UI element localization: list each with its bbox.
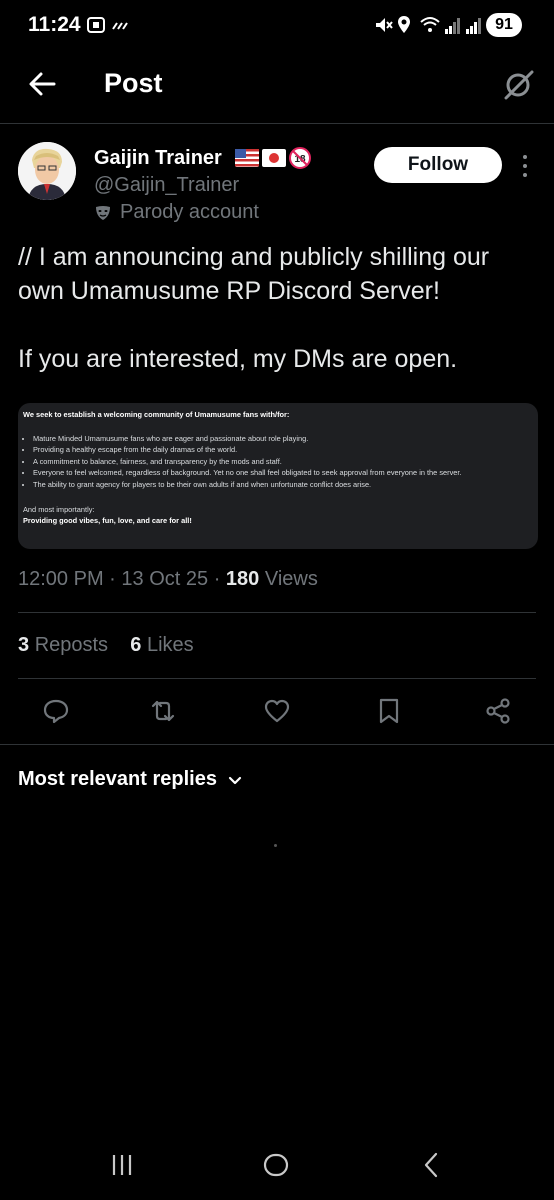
japan-flag-icon (262, 149, 286, 167)
name-emojis: 18 (235, 146, 311, 170)
follow-button[interactable]: Follow (374, 147, 502, 183)
share-icon[interactable] (484, 697, 512, 725)
likes-count: 6 (130, 634, 142, 656)
arrow-left-icon[interactable] (24, 66, 60, 102)
avatar[interactable] (18, 142, 76, 200)
page-title: Post (104, 68, 163, 98)
views-count: 180 (225, 568, 260, 590)
image-bullet: Everyone to feel welcomed, regardless of… (33, 467, 533, 479)
signal-icon-1 (445, 18, 460, 34)
more-options-icon[interactable] (518, 152, 532, 180)
chevron-down-icon (228, 776, 242, 784)
post-meta: 12:00 PM · 13 Oct 25 · 180 Views (18, 568, 318, 591)
replies-sort-label: Most relevant replies (18, 768, 217, 790)
screenshot-icon (87, 17, 105, 33)
post-stats: 3 Reposts 6 Likes (18, 634, 194, 657)
meta-separator: · (213, 568, 221, 590)
loading-indicator (274, 844, 277, 847)
wifi-icon (420, 17, 440, 32)
us-flag-icon (235, 149, 259, 167)
reposts-count: 3 (18, 634, 30, 656)
post-image[interactable]: We seek to establish a welcoming communi… (18, 403, 538, 549)
image-footer-1: And most importantly: (23, 504, 95, 514)
author-name[interactable]: Gaijin Trainer (94, 147, 222, 170)
reposts-label: Reposts (34, 634, 109, 656)
post-line-2: If you are interested, my DMs are open. (18, 345, 458, 373)
post-text: // I am announcing and publicly shilling… (18, 240, 540, 410)
meta-separator: · (109, 568, 116, 590)
image-bullet: A commitment to balance, fairness, and t… (33, 456, 533, 468)
repost-icon[interactable] (149, 697, 177, 725)
signal-icon-2 (466, 18, 481, 34)
recent-apps-icon[interactable] (107, 1150, 137, 1180)
image-footer-2: Providing good vibes, fun, love, and car… (23, 516, 192, 526)
wifi-call-icon (112, 22, 128, 30)
parody-label-text: Parody account (120, 201, 259, 223)
image-bullet-list: Mature Minded Umamusume fans who are eag… (23, 433, 533, 491)
actions-divider (0, 744, 554, 745)
views-label: Views (264, 568, 318, 590)
status-time: 11:24 (28, 13, 81, 36)
likes-link[interactable]: 6 Likes (130, 634, 193, 656)
stats-divider (18, 678, 536, 679)
post-date: 13 Oct 25 (121, 568, 209, 590)
mask-icon (96, 205, 110, 220)
bookmark-icon[interactable] (375, 697, 403, 725)
replies-sort-dropdown[interactable]: Most relevant replies (18, 768, 243, 791)
mute-icon (376, 18, 393, 32)
battery-indicator: 91 (486, 13, 522, 37)
reply-icon[interactable] (42, 697, 70, 725)
author-handle[interactable]: @Gaijin_Trainer (94, 174, 239, 197)
image-heading: We seek to establish a welcoming communi… (23, 410, 290, 419)
header-divider (0, 123, 554, 124)
post-time: 12:00 PM (18, 568, 104, 590)
reposts-link[interactable]: 3 Reposts (18, 634, 108, 656)
meta-divider (18, 612, 536, 613)
heart-icon[interactable] (263, 697, 291, 725)
location-icon (398, 16, 410, 33)
grok-icon[interactable] (500, 66, 536, 102)
home-icon[interactable] (261, 1150, 291, 1180)
parody-label: Parody account (94, 201, 259, 224)
eighteen-plus-icon: 18 (289, 147, 311, 169)
back-icon[interactable] (417, 1150, 447, 1180)
image-bullet: Providing a healthy escape from the dail… (33, 444, 533, 456)
status-bar: 11:24 91 (0, 0, 554, 52)
image-bullet: Mature Minded Umamusume fans who are eag… (33, 433, 533, 445)
likes-label: Likes (146, 634, 194, 656)
post-line-1: // I am announcing and publicly shilling… (18, 243, 490, 305)
image-bullet: The ability to grant agency for players … (33, 479, 533, 491)
